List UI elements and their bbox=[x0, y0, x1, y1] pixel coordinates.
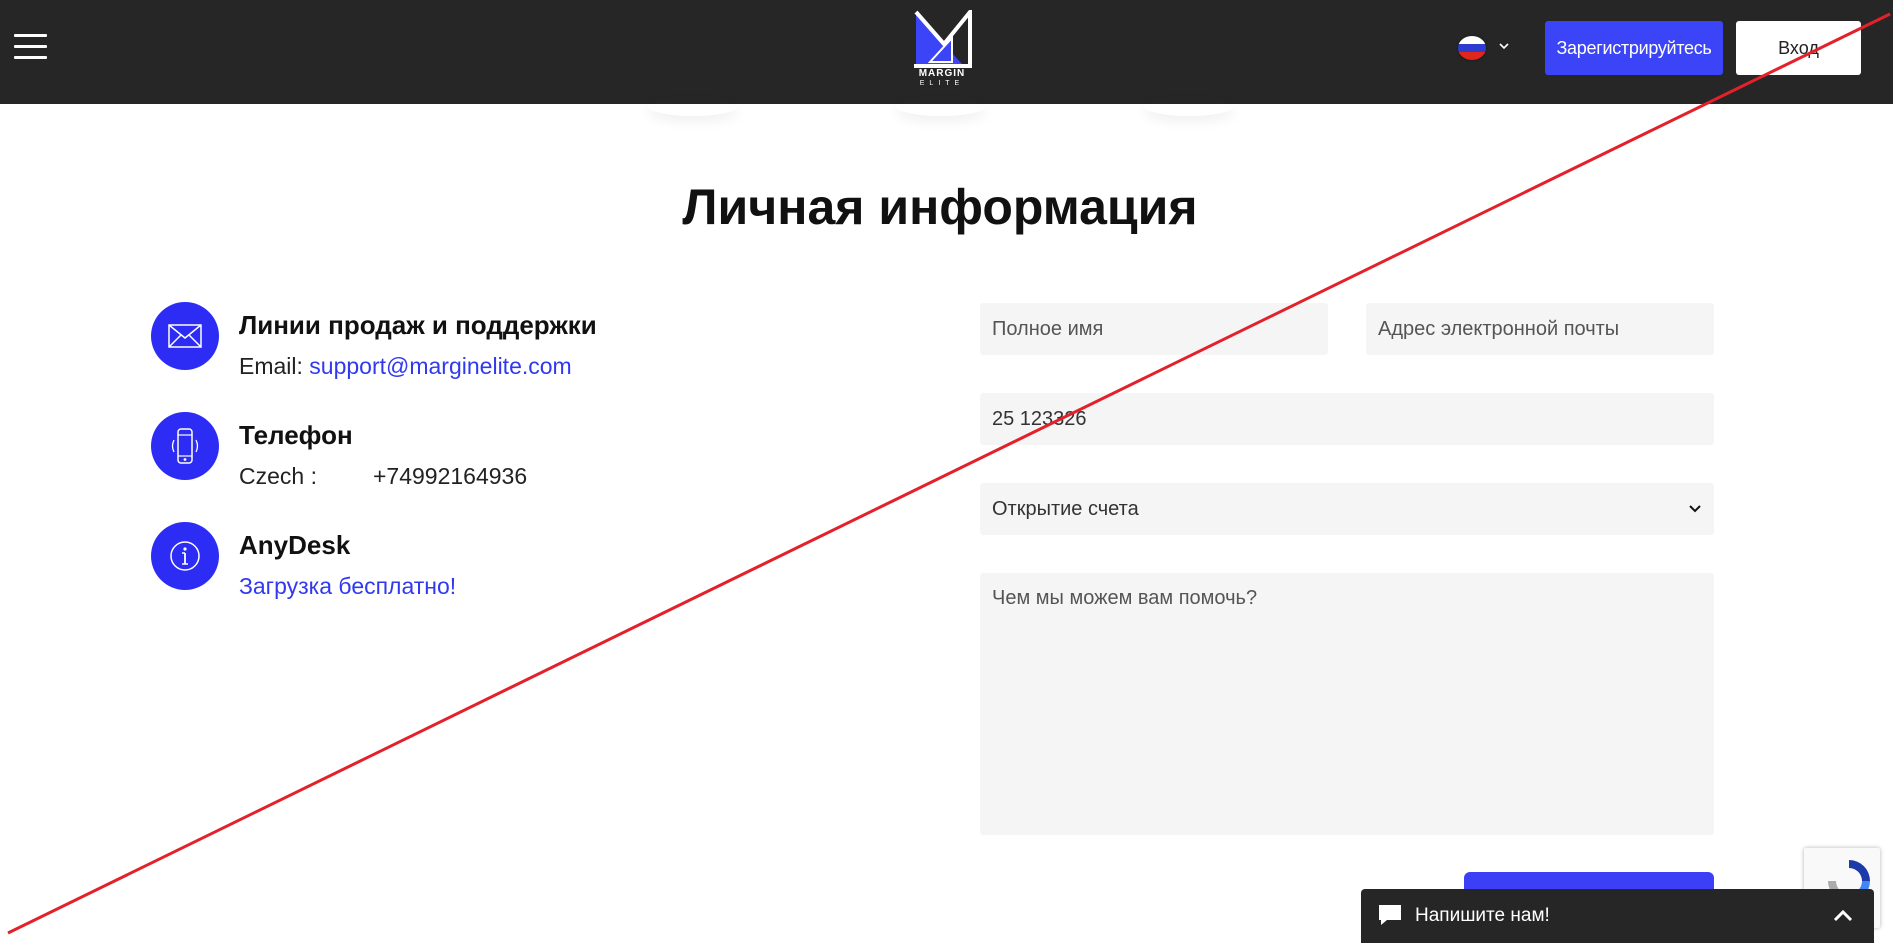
chevron-up-icon[interactable] bbox=[1832, 905, 1854, 927]
decorative-shadow bbox=[648, 96, 738, 116]
russia-flag-icon bbox=[1458, 36, 1486, 60]
phone-input[interactable] bbox=[980, 393, 1714, 445]
fullname-input[interactable] bbox=[980, 303, 1328, 355]
decorative-shadow bbox=[1144, 96, 1234, 116]
message-textarea[interactable] bbox=[980, 573, 1714, 835]
chevron-down-icon bbox=[1499, 43, 1509, 50]
language-selector[interactable] bbox=[1458, 36, 1514, 62]
support-email-link[interactable]: support@marginelite.com bbox=[309, 353, 571, 379]
phone-country: Czech : bbox=[239, 463, 317, 489]
info-icon bbox=[151, 522, 219, 590]
envelope-icon bbox=[151, 302, 219, 370]
logo-mark-icon bbox=[914, 6, 972, 68]
email-prefix: Email: bbox=[239, 353, 310, 379]
login-button[interactable]: Вход bbox=[1736, 21, 1861, 75]
register-button[interactable]: Зарегистрируйтесь bbox=[1545, 21, 1723, 75]
contact-title: Телефон bbox=[239, 420, 353, 450]
logo-subtext: ELITE bbox=[919, 80, 965, 87]
chat-bubble-icon bbox=[1379, 905, 1401, 925]
hamburger-menu-icon[interactable] bbox=[14, 34, 48, 60]
site-header: MARGIN ELITE Зарегистрируйтесь Вход bbox=[0, 0, 1893, 104]
anydesk-download-link[interactable]: Загрузка бесплатно! bbox=[239, 573, 456, 599]
page-title: Личная информация bbox=[682, 179, 1198, 235]
logo-text: MARGIN bbox=[918, 68, 966, 79]
phone-number[interactable]: +74992164936 bbox=[373, 463, 527, 489]
contact-anydesk-line: Загрузка бесплатно! bbox=[239, 573, 456, 600]
mobile-phone-icon bbox=[151, 412, 219, 480]
topic-select[interactable]: Открытие счета bbox=[980, 483, 1714, 535]
site-logo[interactable]: MARGIN ELITE bbox=[912, 6, 972, 90]
page: MARGIN ELITE Зарегистрируйтесь Вход Личн… bbox=[0, 0, 1893, 943]
chevron-down-icon bbox=[1689, 505, 1701, 513]
chat-label: Напишите нам! bbox=[1415, 905, 1550, 926]
contact-title: AnyDesk bbox=[239, 530, 351, 560]
decorative-shadow bbox=[896, 96, 986, 116]
contact-email-line: Email: support@marginelite.com bbox=[239, 353, 572, 380]
contact-phone-line: Czech : +74992164936 bbox=[239, 463, 527, 490]
topic-selected-value: Открытие счета bbox=[992, 497, 1139, 520]
chat-widget[interactable]: Напишите нам! bbox=[1361, 889, 1874, 943]
contact-title: Линии продаж и поддержки bbox=[239, 310, 597, 340]
email-input[interactable] bbox=[1366, 303, 1714, 355]
